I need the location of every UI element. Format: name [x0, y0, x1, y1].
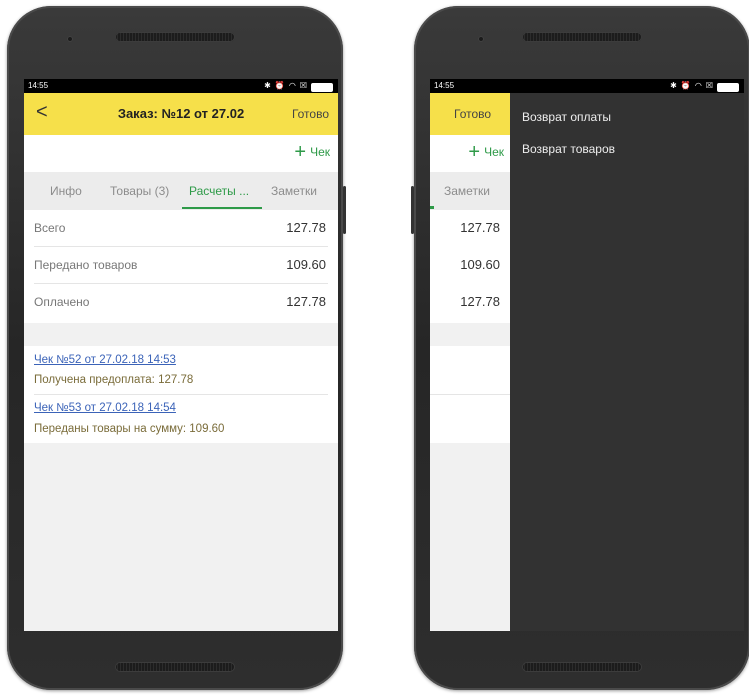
phone-left: 14:55 ✱ ⏰ ◠ ☒ < Заказ: №12 от 27.02 Гото… — [7, 6, 346, 690]
wifi-icon: ◠ — [288, 81, 296, 90]
wifi-icon: ◠ — [694, 81, 702, 90]
screen-left: 14:55 ✱ ⏰ ◠ ☒ < Заказ: №12 от 27.02 Гото… — [24, 79, 338, 631]
bluetooth-icon: ✱ — [670, 81, 677, 90]
paid-value: 127.78 — [286, 294, 326, 309]
status-icons: ✱ ⏰ ◠ ☒ — [264, 80, 333, 92]
paid-value: 127.78 — [460, 294, 500, 309]
power-button — [343, 186, 346, 234]
transferred-goods-label: Передано товаров — [34, 258, 138, 272]
paid-row: Оплачено 127.78 — [24, 284, 338, 321]
menu-item-return-payment[interactable]: Возврат оплаты — [522, 110, 611, 124]
transferred-goods-value: 109.60 — [286, 257, 326, 272]
paid-label: Оплачено — [34, 295, 90, 309]
tab-notes[interactable]: Заметки — [444, 184, 490, 198]
total-row: Всего 127.78 — [24, 210, 338, 247]
total-value: 127.78 — [286, 220, 326, 235]
receipt-link[interactable]: Чек №53 от 27.02.18 14:54 — [34, 402, 176, 414]
status-icons: ✱ ⏰ ◠ ☒ — [670, 80, 739, 92]
menu-item-return-goods[interactable]: Возврат товаров — [522, 142, 615, 156]
app-bar: < Заказ: №12 от 27.02 Готово — [24, 93, 338, 135]
battery-icon — [311, 82, 333, 92]
app-bar: Готово — [430, 93, 510, 135]
receipt-divider — [430, 394, 510, 395]
status-bar: 14:55 ✱ ⏰ ◠ ☒ — [24, 79, 338, 93]
done-button[interactable]: Готово — [292, 107, 329, 121]
active-tab-indicator — [182, 207, 262, 209]
alarm-icon: ⏰ — [274, 81, 285, 90]
done-button[interactable]: Готово — [454, 107, 491, 121]
section-gap — [430, 323, 510, 346]
bluetooth-icon: ✱ — [264, 81, 271, 90]
status-bar: 14:55 ✱ ⏰ ◠ ☒ — [430, 79, 744, 93]
screen-right: 14:55 ✱ ⏰ ◠ ☒ Готово + Чек Заметки 127.7… — [430, 79, 744, 631]
front-camera — [478, 36, 484, 42]
sim-icon: ☒ — [705, 81, 713, 90]
speaker-grille — [522, 662, 642, 672]
tab-bar: Заметки — [430, 172, 510, 210]
phone-right: 14:55 ✱ ⏰ ◠ ☒ Готово + Чек Заметки 127.7… — [411, 6, 749, 690]
plus-icon: + — [468, 141, 481, 163]
tab-notes[interactable]: Заметки — [271, 184, 317, 198]
receipts-list — [430, 346, 510, 443]
tab-bar: Инфо Товары (3) Расчеты ... Заметки — [24, 172, 338, 210]
plus-icon: + — [294, 141, 307, 163]
totals-list: 127.78 109.60 127.78 — [430, 210, 510, 323]
receipt-description: Получена предоплата: 127.78 — [34, 374, 194, 386]
add-check-label: Чек — [484, 145, 504, 159]
transferred-goods-value: 109.60 — [460, 257, 500, 272]
totals-list: Всего 127.78 Передано товаров 109.60 Опл… — [24, 210, 338, 323]
page-title: Заказ: №12 от 27.02 — [117, 106, 245, 121]
tab-goods[interactable]: Товары (3) — [110, 184, 169, 198]
receipt-description: Переданы товары на сумму: 109.60 — [34, 423, 225, 435]
status-time: 14:55 — [434, 81, 455, 90]
receipt-divider — [34, 394, 328, 395]
receipts-list: Чек №52 от 27.02.18 14:53 Получена предо… — [24, 346, 338, 443]
power-button — [411, 186, 414, 234]
toolbar: + Чек — [430, 135, 510, 172]
toolbar: + Чек — [24, 135, 338, 172]
add-check-button[interactable]: + Чек — [294, 141, 330, 163]
earpiece-grille — [115, 32, 235, 42]
status-time: 14:55 — [28, 81, 49, 90]
add-check-button[interactable]: + Чек — [468, 141, 504, 163]
tab-payments[interactable]: Расчеты ... — [189, 184, 249, 198]
sim-icon: ☒ — [299, 81, 307, 90]
front-camera — [67, 36, 73, 42]
battery-icon — [717, 82, 739, 92]
receipt-link[interactable]: Чек №52 от 27.02.18 14:53 — [34, 354, 176, 366]
active-tab-indicator — [430, 206, 434, 209]
alarm-icon: ⏰ — [680, 81, 691, 90]
empty-area — [430, 443, 510, 631]
earpiece-grille — [522, 32, 642, 42]
speaker-grille — [115, 662, 235, 672]
side-menu: Возврат оплаты Возврат товаров — [510, 93, 744, 631]
total-value: 127.78 — [460, 220, 500, 235]
total-label: Всего — [34, 221, 66, 235]
transferred-goods-row: Передано товаров 109.60 — [24, 247, 338, 284]
tab-info[interactable]: Инфо — [50, 184, 82, 198]
add-check-label: Чек — [310, 145, 330, 159]
